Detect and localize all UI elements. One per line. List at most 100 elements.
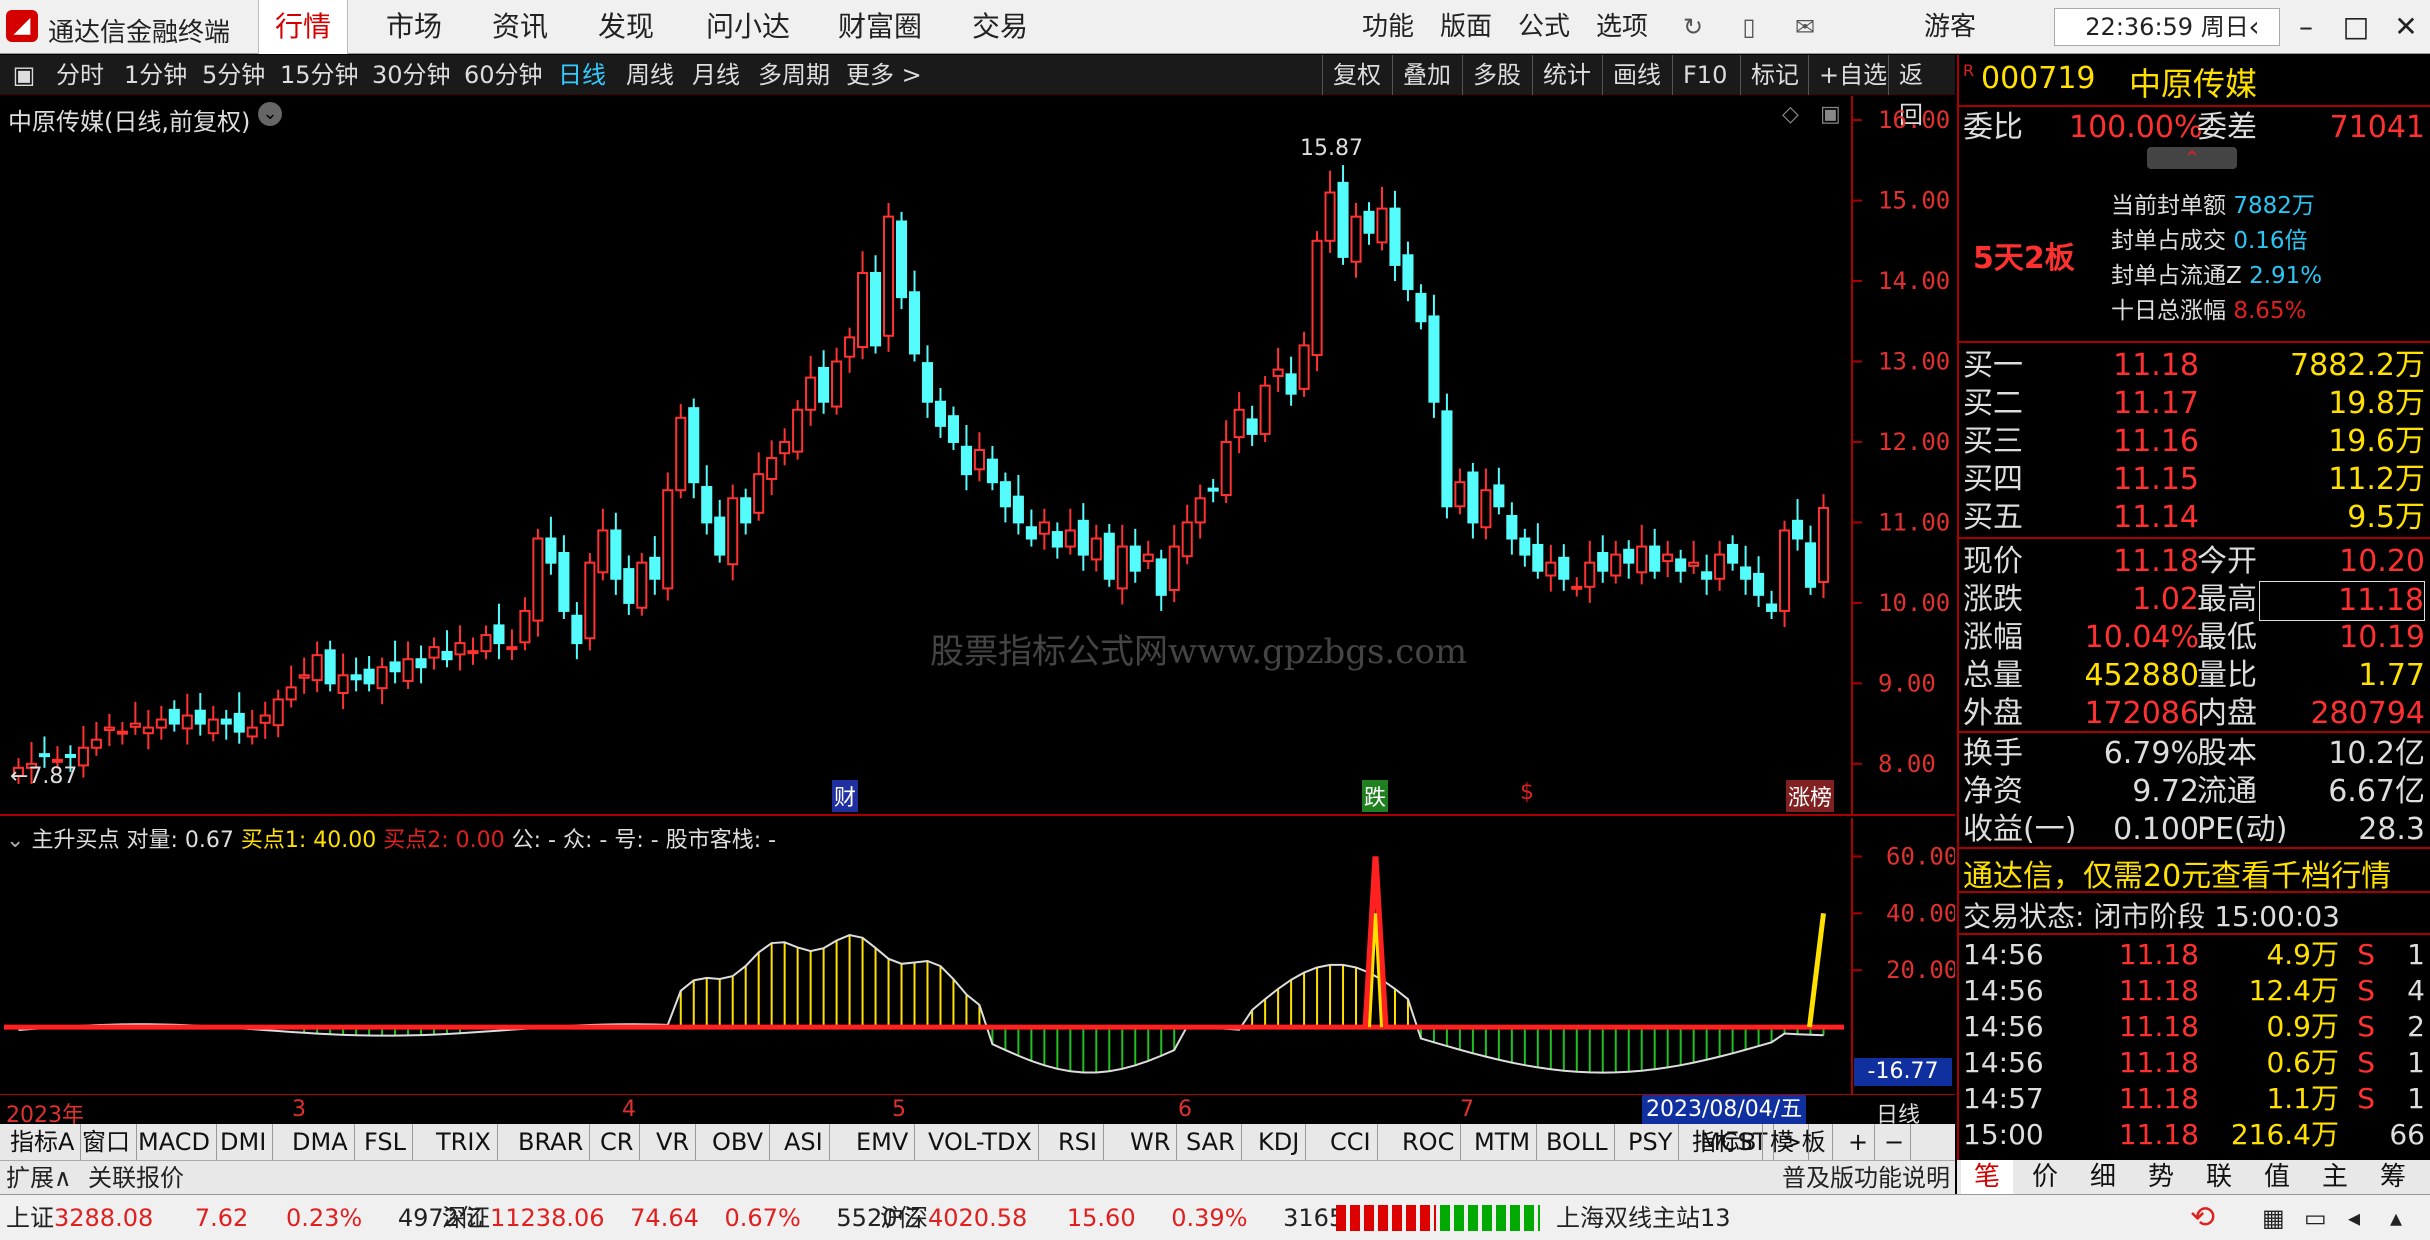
detail-tab[interactable]: 价 bbox=[2019, 1160, 2071, 1194]
nav-faxian[interactable]: 发现 bbox=[582, 0, 670, 54]
detail-tab[interactable]: 细 bbox=[2077, 1160, 2129, 1194]
collapse-chevron-icon[interactable]: ⌃ bbox=[2147, 147, 2237, 169]
indicator-tab-right[interactable]: − bbox=[1878, 1124, 1912, 1160]
kline-chart[interactable]: 16.00 15.00 14.00 13.00 12.00 11.00 10.00 9.00 8… bbox=[0, 96, 1955, 816]
panel-toggle-icon[interactable]: ▣ bbox=[10, 55, 38, 95]
user-label[interactable]: 游客 bbox=[1924, 0, 1976, 54]
period-60min[interactable]: 60分钟 bbox=[464, 55, 543, 95]
indicator-tab-right[interactable]: + bbox=[1842, 1124, 1876, 1160]
indicator-tab[interactable]: ROC bbox=[1396, 1124, 1462, 1160]
detail-tab[interactable]: 联 bbox=[2193, 1160, 2245, 1194]
index-hushen[interactable]: 沪深4020.58 15.60 0.39% 3165亿 bbox=[880, 1195, 1368, 1240]
tool-huaxian[interactable]: 画线 bbox=[1602, 55, 1671, 95]
tool-biaoji[interactable]: 标记 bbox=[1740, 55, 1809, 95]
period-multi[interactable]: 多周期 bbox=[758, 55, 830, 95]
nav-jiaoyi[interactable]: 交易 bbox=[956, 0, 1044, 54]
detail-tab[interactable]: 筹 bbox=[2367, 1160, 2419, 1194]
indicator-tab[interactable]: 窗口 bbox=[76, 1124, 137, 1160]
menu-gongshi[interactable]: 公式 bbox=[1518, 0, 1570, 54]
server-label[interactable]: 上海双线主站13 bbox=[1556, 1195, 1731, 1240]
period-30min[interactable]: 30分钟 bbox=[372, 55, 451, 95]
nav-zixun[interactable]: 资讯 bbox=[476, 0, 564, 54]
indicator-dropdown-icon[interactable]: ⌄ bbox=[6, 828, 24, 853]
index-shanghai[interactable]: 上证3288.08 7.62 0.23% 4972亿 bbox=[6, 1195, 483, 1240]
period-daily[interactable]: 日线 bbox=[558, 55, 606, 95]
indicator-tab[interactable]: CR bbox=[594, 1124, 641, 1160]
related-quote-button[interactable]: 关联报价 bbox=[88, 1161, 184, 1195]
tool-f10[interactable]: F10 bbox=[1672, 55, 1737, 95]
period-15min[interactable]: 15分钟 bbox=[280, 55, 359, 95]
nav-wenxiaoda[interactable]: 问小达 bbox=[690, 0, 806, 54]
chat-icon[interactable]: ▭ bbox=[2304, 1195, 2327, 1240]
tool-fanhui[interactable]: 返回 bbox=[1888, 55, 1955, 129]
indicator-tab[interactable]: MACD bbox=[132, 1124, 217, 1160]
help-button[interactable]: 普及版功能说明 bbox=[1782, 1161, 1950, 1195]
period-5min[interactable]: 5分钟 bbox=[202, 55, 265, 95]
period-1min[interactable]: 1分钟 bbox=[124, 55, 187, 95]
nav-hangqing[interactable]: 行情 bbox=[258, 0, 349, 54]
marker-zhangbang[interactable]: 涨榜 bbox=[1786, 780, 1835, 812]
indicator-tab[interactable]: OBV bbox=[706, 1124, 771, 1160]
marker-die[interactable]: 跌 bbox=[1362, 780, 1389, 812]
tool-zixuan[interactable]: +自选 bbox=[1808, 55, 1897, 95]
menu-xuanxiang[interactable]: 选项 bbox=[1596, 0, 1648, 54]
indicator-tab[interactable]: EMV bbox=[850, 1124, 916, 1160]
tool-diejia[interactable]: 叠加 bbox=[1392, 55, 1461, 95]
expand-button[interactable]: 扩展∧ bbox=[6, 1161, 72, 1195]
diamond-icon[interactable]: ◇ bbox=[1782, 102, 1799, 127]
indicator-tab[interactable]: KDJ bbox=[1252, 1124, 1307, 1160]
indicator-tab-right[interactable]: 指标B bbox=[1686, 1124, 1764, 1160]
chart-dropdown-icon[interactable]: ⌄ bbox=[258, 102, 282, 126]
panel-icon[interactable]: ▣ bbox=[1820, 102, 1841, 127]
indicator-chart[interactable]: 60.00 40.00 20.00 ⌄ 主升买点 对量: 0.67 买点1: 40.… bbox=[0, 818, 1955, 1094]
menu-gongneng[interactable]: 功能 bbox=[1362, 0, 1414, 54]
indicator-tab[interactable]: WR bbox=[1124, 1124, 1178, 1160]
stock-name[interactable]: 中原传媒 bbox=[2129, 59, 2257, 105]
promo-text[interactable]: 通达信，仅需20元查看千档行情 bbox=[1963, 851, 2391, 895]
period-more[interactable]: 更多 > bbox=[846, 55, 922, 95]
indicator-tab[interactable]: BRAR bbox=[512, 1124, 591, 1160]
indicator-tab[interactable]: CCI bbox=[1324, 1124, 1378, 1160]
indicator-tab[interactable]: MTM bbox=[1468, 1124, 1538, 1160]
indicator-tab[interactable]: DMA bbox=[286, 1124, 355, 1160]
sound-icon[interactable]: ◂ bbox=[2348, 1195, 2360, 1240]
indicator-tab[interactable]: VR bbox=[650, 1124, 697, 1160]
marker-dollar[interactable]: $ bbox=[1520, 780, 1534, 805]
indicator-tab[interactable]: TRIX bbox=[430, 1124, 498, 1160]
nav-shichang[interactable]: 市场 bbox=[370, 0, 458, 54]
period-weekly[interactable]: 周线 bbox=[626, 55, 674, 95]
indicator-tab[interactable]: DMI bbox=[214, 1124, 274, 1160]
phone-icon[interactable]: ▯ bbox=[1736, 14, 1762, 40]
back-icon[interactable]: ‹ bbox=[2232, 8, 2276, 46]
tool-duogu[interactable]: 多股 bbox=[1462, 55, 1531, 95]
index-shenzhen[interactable]: 深证11238.06 74.64 0.67% 5520亿 bbox=[442, 1195, 921, 1240]
indicator-tab[interactable]: RSI bbox=[1052, 1124, 1104, 1160]
indicator-tab[interactable]: SAR bbox=[1180, 1124, 1242, 1160]
indicator-tab[interactable]: ASI bbox=[778, 1124, 830, 1160]
grid-icon[interactable]: ▦ bbox=[2262, 1195, 2285, 1240]
indicator-tab-right[interactable]: 模 板 bbox=[1764, 1124, 1833, 1160]
indicator-tab[interactable]: BOLL bbox=[1540, 1124, 1615, 1160]
indicator-tab[interactable]: VOL-TDX bbox=[922, 1124, 1039, 1160]
tool-tongji[interactable]: 统计 bbox=[1532, 55, 1601, 95]
menu-banmian[interactable]: 版面 bbox=[1440, 0, 1492, 54]
tool-fuquan[interactable]: 复权 bbox=[1322, 55, 1391, 95]
connect-icon[interactable]: ⟲ bbox=[2190, 1195, 2215, 1240]
expand-icon[interactable]: ▴ bbox=[2390, 1195, 2402, 1240]
detail-tab[interactable]: 势 bbox=[2135, 1160, 2187, 1194]
close-icon[interactable]: ✕ bbox=[2384, 8, 2428, 46]
indicator-tab[interactable]: FSL bbox=[358, 1124, 413, 1160]
detail-tab[interactable]: 主 bbox=[2309, 1160, 2361, 1194]
refresh-icon[interactable]: ↻ bbox=[1680, 14, 1706, 40]
period-monthly[interactable]: 月线 bbox=[692, 55, 740, 95]
maximize-icon[interactable]: □ bbox=[2334, 8, 2378, 46]
indicator-tab[interactable]: 指标A bbox=[4, 1124, 82, 1160]
minimize-icon[interactable]: – bbox=[2284, 8, 2328, 46]
nav-caifuquan[interactable]: 财富圈 bbox=[822, 0, 938, 54]
detail-tab[interactable]: 值 bbox=[2251, 1160, 2303, 1194]
marker-cai[interactable]: 财 bbox=[832, 780, 859, 812]
detail-tab[interactable]: 笔 bbox=[1961, 1160, 2013, 1194]
period-fenshi[interactable]: 分时 bbox=[56, 55, 104, 95]
indicator-tab[interactable]: PSY bbox=[1622, 1124, 1680, 1160]
mail-icon[interactable]: ✉ bbox=[1792, 14, 1818, 40]
